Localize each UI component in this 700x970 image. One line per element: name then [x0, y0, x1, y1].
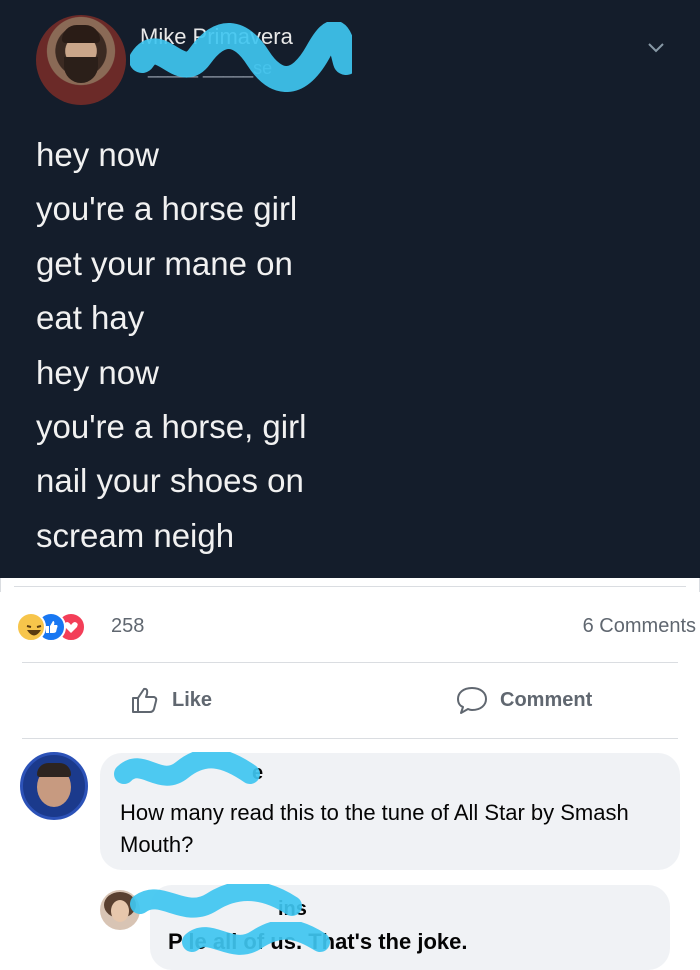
reaction-summary[interactable]: 258 6 Comments	[16, 610, 696, 642]
thumbs-up-icon	[132, 687, 158, 713]
tweet-line: scream neigh	[36, 516, 235, 554]
comment-bubble-icon	[457, 687, 487, 714]
avatar-hair	[62, 25, 100, 43]
like-label: Like	[172, 688, 213, 711]
tweet-line: nail your shoes on	[36, 462, 304, 500]
redaction-scribble	[130, 884, 302, 918]
chevron-down-icon[interactable]	[645, 36, 667, 58]
author-avatar[interactable]	[36, 15, 126, 105]
divider	[14, 586, 686, 587]
embedded-tweet-card[interactable]: Mike Primavera _____ _____se hey now you…	[0, 0, 700, 578]
avatar-face	[111, 900, 129, 922]
redaction-scribble	[130, 22, 352, 92]
commenter-avatar[interactable]	[20, 752, 88, 820]
reaction-count: 258	[111, 615, 145, 637]
tweet-line: you're a horse girl	[36, 190, 298, 228]
comment-label: Comment	[500, 688, 593, 711]
avatar-beard	[64, 57, 98, 83]
tweet-line: hey now	[36, 353, 159, 391]
comment-button[interactable]: Comment	[456, 680, 592, 720]
avatar-hair	[37, 763, 71, 777]
card-bottom-strip	[0, 578, 700, 592]
redaction-scribble	[114, 752, 260, 786]
tweet-line: get your mane on	[36, 244, 293, 282]
tweet-line: you're a horse, girl	[36, 407, 307, 445]
like-button[interactable]: Like	[130, 680, 212, 720]
divider	[22, 662, 678, 663]
tweet-text: hey now you're a horse girl get your man…	[36, 128, 306, 563]
redaction-scribble	[182, 922, 330, 955]
comments-count-link[interactable]: 6 Comments	[583, 615, 696, 638]
haha-icon	[16, 612, 46, 642]
divider	[22, 738, 678, 739]
tweet-line: eat hay	[36, 299, 145, 337]
tweet-line: hey now	[36, 136, 159, 173]
comment-text: How many read this to the tune of All St…	[120, 800, 629, 857]
